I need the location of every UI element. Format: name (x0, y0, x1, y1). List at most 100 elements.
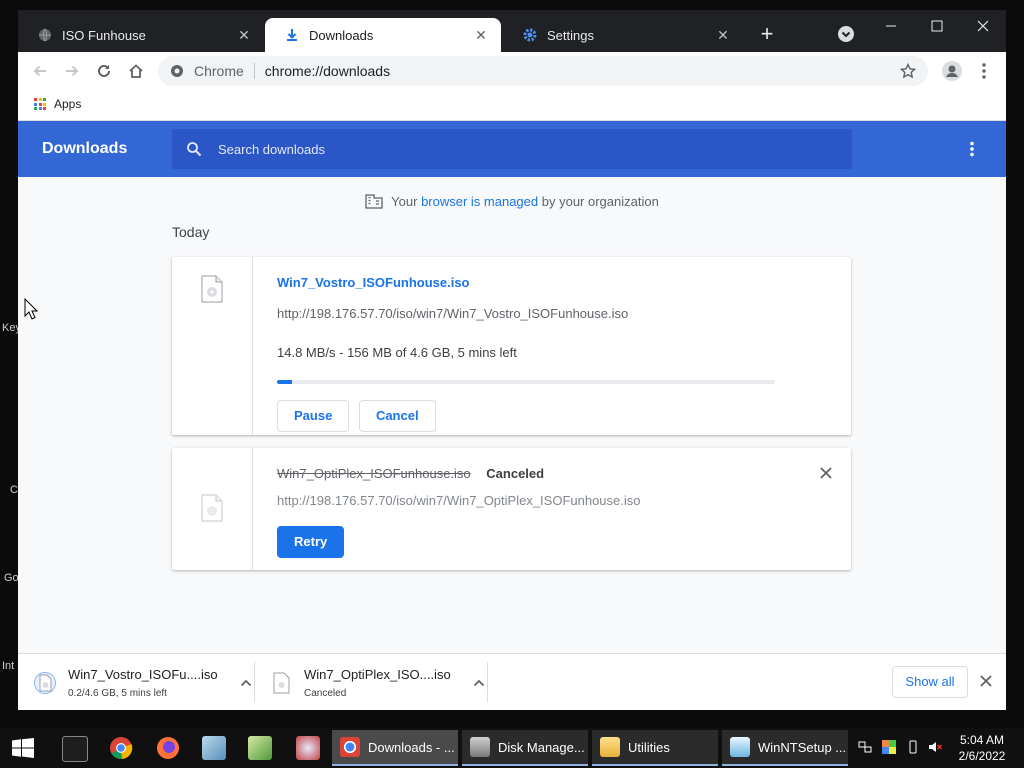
file-url[interactable]: http://198.176.57.70/iso/win7/Win7_OptiP… (277, 493, 831, 508)
chrome-icon (171, 65, 183, 77)
more-options-icon[interactable] (968, 141, 976, 157)
retry-button[interactable]: Retry (277, 526, 345, 558)
app-icon[interactable] (296, 736, 320, 760)
shelf-item-name: Win7_Vostro_ISOFu....iso (68, 666, 218, 682)
shelf-item[interactable]: Win7_OptiPlex_ISO....iso Canceled (270, 654, 485, 710)
download-shelf: Win7_Vostro_ISOFu....iso 0.2/4.6 GB, 5 m… (18, 653, 1006, 710)
remove-from-list-icon[interactable] (819, 466, 833, 480)
downloads-page: Downloads Search downloads Your browser … (18, 121, 1006, 653)
close-icon[interactable]: ✕ (473, 27, 489, 43)
spreadsheet-icon[interactable] (248, 736, 272, 760)
notepad-icon[interactable] (202, 736, 226, 760)
apps-shortcut[interactable]: Apps (34, 97, 81, 111)
volume-muted-icon[interactable] (928, 740, 942, 754)
file-name-link[interactable]: Win7_Vostro_ISOFunhouse.iso (277, 275, 831, 290)
shelf-item[interactable]: Win7_Vostro_ISOFu....iso 0.2/4.6 GB, 5 m… (34, 654, 252, 710)
tab-downloads[interactable]: Downloads ✕ (265, 18, 501, 52)
maximize-button[interactable] (922, 16, 952, 36)
file-icon-column (172, 257, 253, 435)
back-button[interactable] (30, 61, 50, 81)
taskbar-app-label: Downloads - ... (368, 739, 455, 755)
tab-iso-funhouse[interactable]: ISO Funhouse ✕ (18, 18, 264, 52)
download-item: Win7_Vostro_ISOFunhouse.iso http://198.1… (172, 257, 851, 435)
taskbar-app-utilities[interactable]: Utilities (592, 730, 718, 766)
window-close-button[interactable] (968, 16, 998, 36)
search-icon (187, 142, 202, 157)
shelf-item-status: 0.2/4.6 GB, 5 mins left (68, 687, 167, 699)
mouse-cursor-icon (24, 298, 38, 320)
progress-status: 14.8 MB/s - 156 MB of 4.6 GB, 5 mins lef… (277, 345, 517, 360)
bookmark-star-icon[interactable] (900, 63, 916, 79)
chevron-up-icon[interactable] (240, 679, 252, 687)
managed-prefix: Your (391, 193, 418, 209)
forward-button[interactable] (62, 61, 82, 81)
color-settings-icon[interactable] (882, 740, 896, 754)
gear-icon (523, 28, 537, 42)
reload-button[interactable] (94, 61, 114, 81)
home-button[interactable] (126, 61, 146, 81)
url-text[interactable]: chrome://downloads (265, 63, 900, 79)
minimize-button[interactable] (876, 16, 906, 36)
firefox-icon[interactable] (156, 736, 180, 760)
chrome-app-icon (340, 737, 360, 757)
show-all-button[interactable]: Show all (892, 666, 968, 698)
file-icon (273, 672, 290, 693)
system-clock[interactable]: 5:04 AM 2/6/2022 (950, 732, 1014, 764)
close-shelf-icon[interactable] (980, 675, 992, 687)
chevron-up-icon[interactable] (473, 679, 485, 687)
taskbar-app-label: WinNTSetup ... (758, 739, 847, 755)
tab-label: Settings (547, 27, 594, 43)
download-icon (285, 28, 299, 42)
pause-button[interactable]: Pause (277, 400, 350, 432)
taskbar-app-winntsetup[interactable]: WinNTSetup ... (722, 730, 848, 766)
network-icon[interactable] (858, 740, 872, 754)
folder-icon (600, 737, 620, 757)
taskbar-app-disk-management[interactable]: Disk Manage... (462, 730, 588, 766)
profile-avatar-icon[interactable] (942, 61, 962, 81)
download-item-content: Win7_OptiPlex_ISOFunhouse.iso Canceled h… (277, 466, 831, 558)
shelf-divider (487, 662, 488, 702)
file-name-canceled[interactable]: Win7_OptiPlex_ISOFunhouse.iso (277, 466, 471, 481)
chrome-taskbar-icon[interactable] (109, 736, 133, 760)
page-title: Downloads (42, 140, 128, 157)
progress-bar (277, 380, 775, 384)
desktop-label-fragment: Int (2, 660, 15, 672)
cancel-button[interactable]: Cancel (358, 400, 436, 432)
taskbar-app-label: Utilities (628, 739, 670, 755)
usb-device-icon[interactable] (906, 740, 920, 754)
tab-search-icon[interactable] (838, 26, 854, 42)
search-placeholder: Search downloads (218, 141, 325, 157)
apps-label: Apps (54, 97, 82, 111)
managed-suffix: by your organization (541, 193, 659, 209)
managed-link[interactable]: browser is managed (421, 194, 538, 209)
shelf-item-status: Canceled (304, 687, 347, 699)
close-icon[interactable]: ✕ (236, 27, 252, 43)
clock-date: 2/6/2022 (958, 749, 1006, 763)
new-tab-button[interactable]: + (756, 23, 778, 46)
tab-label: ISO Funhouse (62, 27, 146, 43)
search-downloads-input[interactable]: Search downloads (172, 129, 852, 169)
command-prompt-icon[interactable] (62, 736, 88, 762)
file-icon-column (172, 448, 253, 570)
desktop-label-fragment: Go (4, 572, 19, 584)
taskbar: Downloads - ... Disk Manage... Utilities… (0, 728, 1024, 768)
progress-bar-fill (277, 380, 292, 384)
download-item: Win7_OptiPlex_ISOFunhouse.iso Canceled h… (172, 448, 851, 570)
tab-settings[interactable]: Settings ✕ (503, 18, 743, 52)
chrome-menu-icon[interactable] (974, 61, 994, 81)
address-bar[interactable]: Chrome chrome://downloads (158, 56, 928, 86)
taskbar-app-label: Disk Manage... (498, 739, 585, 755)
disk-management-icon (470, 737, 490, 757)
chrome-window: ISO Funhouse ✕ Downloads ✕ Settings ✕ + (18, 10, 1006, 710)
close-icon[interactable]: ✕ (715, 27, 731, 43)
browser-toolbar: Chrome chrome://downloads (18, 52, 1006, 90)
file-icon (201, 494, 223, 522)
windows-start-icon[interactable] (12, 738, 34, 758)
apps-grid-icon (34, 98, 46, 110)
desktop-label-fragment: C (10, 484, 18, 496)
taskbar-app-downloads[interactable]: Downloads - ... (332, 730, 458, 766)
shelf-item-name: Win7_OptiPlex_ISO....iso (304, 666, 451, 682)
status-badge: Canceled (486, 466, 545, 481)
file-url[interactable]: http://198.176.57.70/iso/win7/Win7_Vostr… (277, 306, 831, 321)
bookmarks-bar: Apps (18, 90, 1006, 121)
